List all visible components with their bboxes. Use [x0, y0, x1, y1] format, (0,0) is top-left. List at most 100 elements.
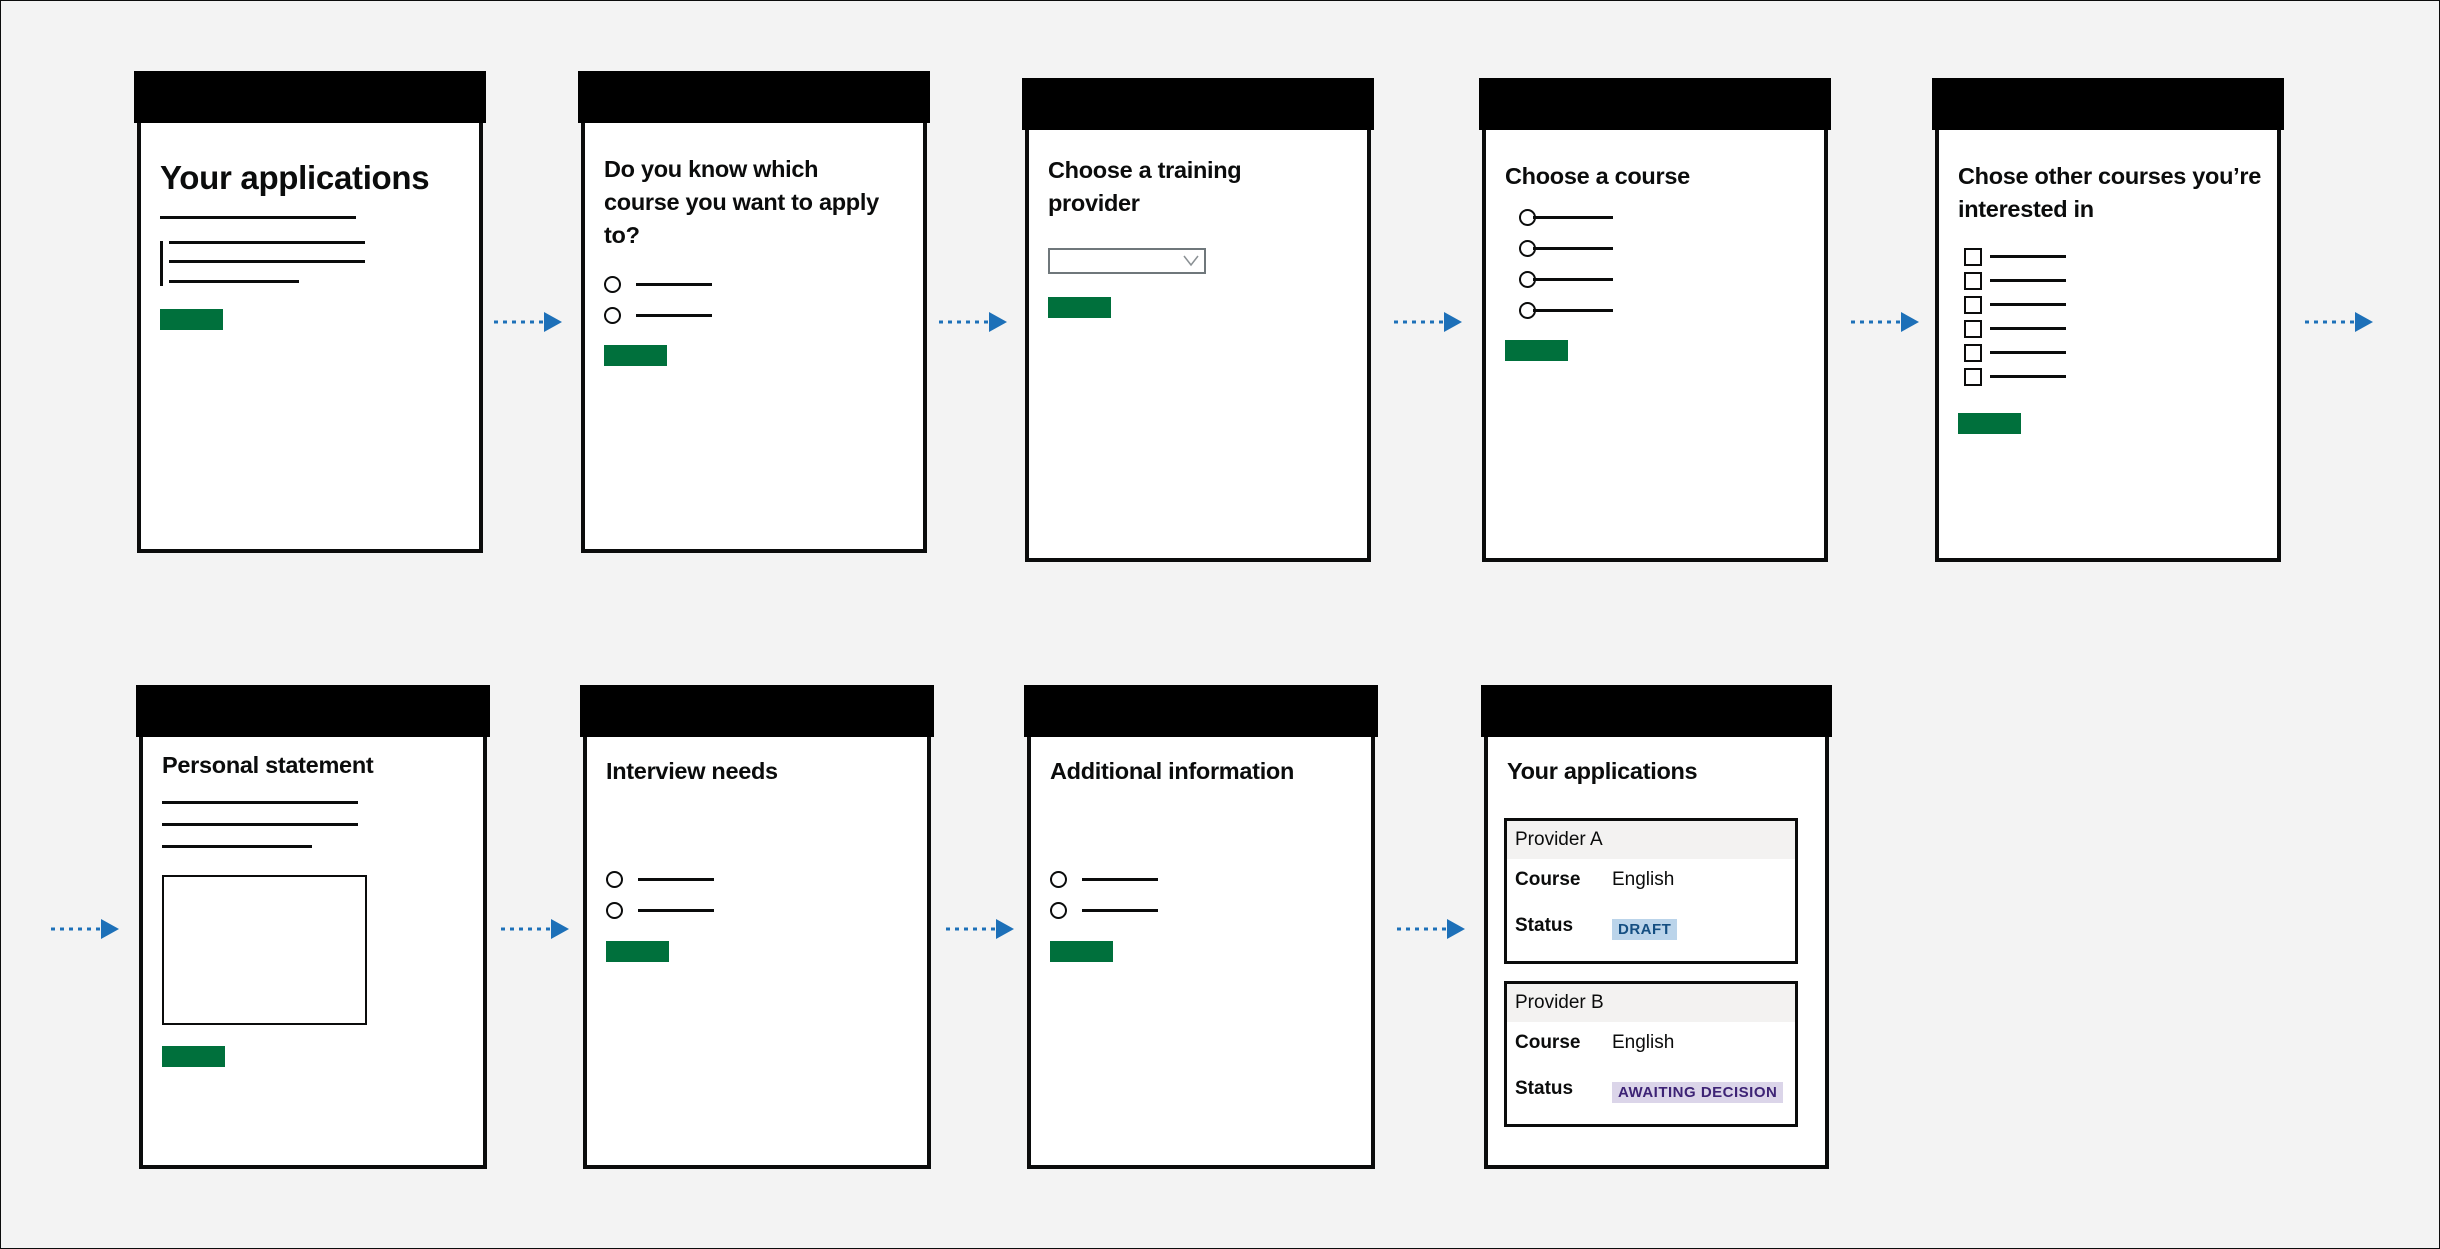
- radio-label-line: [1533, 278, 1613, 281]
- radio-option[interactable]: [604, 276, 621, 293]
- screen-choose-course: Choose a course: [1479, 78, 1831, 562]
- checkbox-label-line: [1990, 327, 2066, 330]
- screen-personal-statement: Personal statement: [136, 685, 490, 1169]
- checkbox-label-line: [1990, 255, 2066, 258]
- radio-label-line: [1082, 878, 1158, 881]
- screen-know-which-course: Do you know which course you want to app…: [578, 71, 930, 553]
- arrow-right-dotted-icon: [1392, 311, 1464, 333]
- header-bar: [136, 685, 490, 737]
- screen-choose-training-provider: Choose a training provider: [1022, 78, 1374, 562]
- radio-label-line: [638, 909, 714, 912]
- continue-button[interactable]: [1050, 941, 1113, 962]
- page-title: Your applications: [1507, 758, 1698, 784]
- radio-label-line: [1533, 247, 1613, 250]
- application-card[interactable]: Provider A Course English Status DRAFT: [1504, 818, 1798, 964]
- radio-option[interactable]: [1050, 871, 1067, 888]
- text-placeholder-line: [162, 845, 312, 848]
- radio-label-line: [636, 314, 712, 317]
- page-title: Chose other courses you’re interested in: [1958, 163, 2262, 222]
- page-title: Do you know which course you want to app…: [604, 156, 879, 248]
- checkbox-label-line: [1990, 303, 2066, 306]
- arrow-right-dotted-icon: [492, 311, 564, 333]
- checkbox-label-line: [1990, 351, 2066, 354]
- arrow-right-dotted-icon: [937, 311, 1009, 333]
- screen-other-courses: Chose other courses you’re interested in: [1932, 78, 2284, 562]
- text-placeholder-line: [162, 801, 358, 804]
- personal-statement-textarea[interactable]: [162, 875, 367, 1025]
- radio-label-line: [638, 878, 714, 881]
- screen-additional-information: Additional information: [1024, 685, 1378, 1169]
- row-key: Course: [1515, 869, 1581, 890]
- continue-button[interactable]: [160, 309, 223, 330]
- radio-option[interactable]: [604, 307, 621, 324]
- checkbox-option[interactable]: [1964, 368, 1982, 386]
- radio-option[interactable]: [606, 871, 623, 888]
- checkbox-option[interactable]: [1964, 272, 1982, 290]
- page-title: Additional information: [1050, 758, 1295, 784]
- checkbox-option[interactable]: [1964, 296, 1982, 314]
- chevron-down-icon: [1183, 255, 1199, 267]
- inset-text-line: [169, 260, 365, 263]
- page-title: Your applications: [160, 159, 430, 196]
- row-value: English: [1612, 869, 1675, 890]
- checkbox-label-line: [1990, 375, 2066, 378]
- header-bar: [578, 71, 930, 123]
- arrow-right-dotted-icon: [2303, 311, 2375, 333]
- radio-label-line: [636, 283, 712, 286]
- arrow-right-dotted-icon: [1849, 311, 1921, 333]
- summary-row-status: Status DRAFT: [1507, 905, 1795, 951]
- text-placeholder-line: [162, 823, 358, 826]
- page-title: Choose a course: [1505, 163, 1690, 189]
- card-provider-name: Provider B: [1507, 984, 1795, 1022]
- page-title: Personal statement: [162, 752, 374, 778]
- screen-your-applications: Your applications: [134, 71, 486, 553]
- header-bar: [134, 71, 486, 123]
- screen-interview-needs: Interview needs: [580, 685, 934, 1169]
- arrow-right-dotted-icon: [1395, 918, 1467, 940]
- header-bar: [1022, 78, 1374, 130]
- inset-text-line: [169, 241, 365, 244]
- continue-button[interactable]: [1958, 413, 2021, 434]
- row-key: Status: [1515, 1078, 1574, 1099]
- status-tag-draft: DRAFT: [1612, 919, 1678, 940]
- continue-button[interactable]: [1048, 297, 1111, 318]
- provider-select[interactable]: [1048, 248, 1206, 274]
- inset-border: [160, 241, 163, 286]
- header-bar: [580, 685, 934, 737]
- row-key: Course: [1515, 1032, 1581, 1053]
- screen-your-applications-summary: Your applications Provider A Course Engl…: [1481, 685, 1832, 1169]
- checkbox-option[interactable]: [1964, 344, 1982, 362]
- radio-label-line: [1082, 909, 1158, 912]
- continue-button[interactable]: [606, 941, 669, 962]
- status-tag-awaiting-decision: AWAITING DECISION: [1612, 1082, 1784, 1103]
- radio-label-line: [1533, 309, 1613, 312]
- checkbox-label-line: [1990, 279, 2066, 282]
- continue-button[interactable]: [604, 345, 667, 366]
- inset-text-line: [169, 280, 299, 283]
- row-value: English: [1612, 1032, 1675, 1053]
- diagram-canvas: Your applications Do you know which cour…: [0, 0, 2440, 1249]
- row-key: Status: [1515, 915, 1574, 936]
- text-placeholder-line: [160, 216, 356, 219]
- summary-row-status: Status AWAITING DECISION: [1507, 1068, 1795, 1114]
- arrow-right-dotted-icon: [49, 918, 121, 940]
- page-title: Interview needs: [606, 758, 778, 784]
- page-title: Choose a training provider: [1048, 157, 1242, 216]
- summary-row-course: Course English: [1507, 1022, 1795, 1068]
- checkbox-option[interactable]: [1964, 248, 1982, 266]
- continue-button[interactable]: [1505, 340, 1568, 361]
- checkbox-option[interactable]: [1964, 320, 1982, 338]
- summary-row-course: Course English: [1507, 859, 1795, 905]
- header-bar: [1932, 78, 2284, 130]
- arrow-right-dotted-icon: [499, 918, 571, 940]
- header-bar: [1024, 685, 1378, 737]
- header-bar: [1481, 685, 1832, 737]
- radio-option[interactable]: [1050, 902, 1067, 919]
- arrow-right-dotted-icon: [944, 918, 1016, 940]
- header-bar: [1479, 78, 1831, 130]
- application-card[interactable]: Provider B Course English Status AWAITIN…: [1504, 981, 1798, 1127]
- continue-button[interactable]: [162, 1046, 225, 1067]
- radio-label-line: [1533, 216, 1613, 219]
- radio-option[interactable]: [606, 902, 623, 919]
- card-provider-name: Provider A: [1507, 821, 1795, 859]
